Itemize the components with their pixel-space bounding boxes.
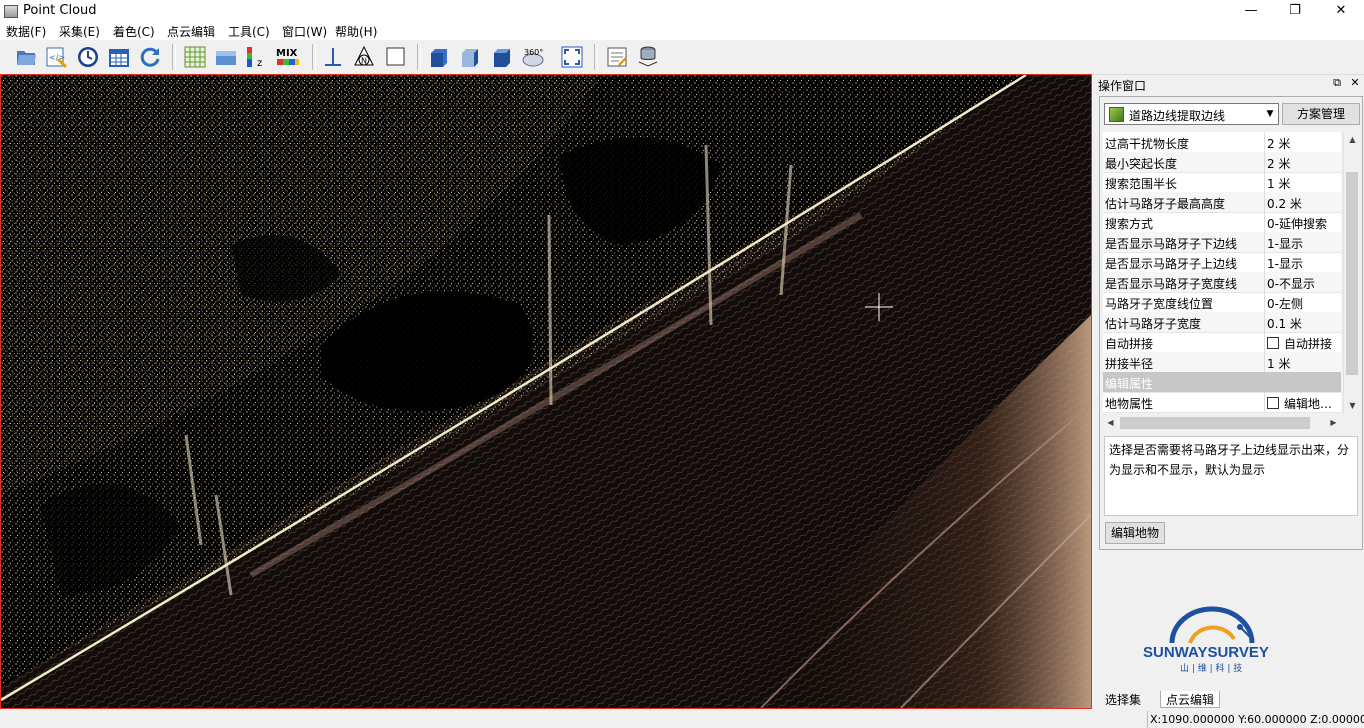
- property-row[interactable]: 估计马路牙子宽度 0.1 米: [1103, 312, 1341, 333]
- property-row[interactable]: 拼接半径 1 米: [1103, 352, 1341, 373]
- property-row[interactable]: 自动拼接 自动拼接: [1103, 332, 1341, 353]
- panel-header: 操作窗口 ⧉ ✕: [1094, 74, 1364, 94]
- clock-icon[interactable]: [76, 45, 100, 69]
- grid-icon[interactable]: [183, 45, 207, 69]
- tool-select-value: 道路边线提取边线: [1129, 109, 1226, 123]
- open-folder-icon[interactable]: [14, 45, 38, 69]
- tab-selection-set[interactable]: 选择集: [1100, 691, 1146, 707]
- mix-color-icon[interactable]: MIX: [276, 45, 300, 69]
- svg-text:360°: 360°: [524, 48, 543, 57]
- scroll-right-icon[interactable]: ▶: [1326, 415, 1341, 430]
- view-360-icon[interactable]: 360°: [521, 45, 545, 69]
- property-row[interactable]: 地物属性 编辑地…: [1103, 392, 1341, 413]
- north-arrow-icon[interactable]: N: [352, 45, 376, 69]
- sunwaysurvey-logo: SUNWAYSURVEY 山 | 维 | 科 | 技: [1143, 606, 1269, 674]
- calendar-icon[interactable]: [107, 45, 131, 69]
- menu-window[interactable]: 窗口(W): [282, 23, 327, 40]
- panel-title: 操作窗口: [1098, 79, 1147, 93]
- edit-feature-checkbox[interactable]: [1267, 397, 1279, 409]
- view-top-icon[interactable]: [490, 45, 514, 69]
- property-grid: 过高干扰物长度 2 米 最小突起长度 2 米 搜索范围半长 1 米 估计马路牙子最高高…: [1103, 132, 1341, 413]
- layers-icon[interactable]: [636, 45, 660, 69]
- scroll-down-icon[interactable]: ▼: [1345, 398, 1360, 413]
- property-row[interactable]: 搜索方式 0-延伸搜索: [1103, 212, 1341, 233]
- property-row[interactable]: 马路牙子宽度线位置 0-左侧: [1103, 292, 1341, 313]
- edit-feature-button[interactable]: 编辑地物: [1105, 522, 1165, 544]
- fit-view-icon[interactable]: [560, 45, 584, 69]
- menu-color[interactable]: 着色(C): [113, 23, 155, 40]
- property-row[interactable]: 是否显示马路牙子上边线 1-显示: [1103, 252, 1341, 273]
- svg-text:z: z: [257, 58, 262, 69]
- manage-scheme-button[interactable]: 方案管理: [1282, 103, 1360, 125]
- scroll-up-icon[interactable]: ▲: [1345, 132, 1360, 147]
- property-vertical-scrollbar[interactable]: ▲ ▼: [1343, 132, 1361, 415]
- property-row[interactable]: 是否显示马路牙子下边线 1-显示: [1103, 232, 1341, 253]
- elevation-color-icon[interactable]: z: [244, 45, 268, 69]
- operation-panel: 道路边线提取边线 ▼ 方案管理 过高干扰物长度 2 米 最小突起长度 2 米 搜索范…: [1099, 96, 1363, 550]
- view-side-icon[interactable]: [458, 45, 482, 69]
- pin-icon[interactable]: ⧉: [1330, 76, 1344, 90]
- scroll-thumb[interactable]: [1346, 172, 1358, 375]
- script-icon[interactable]: </>: [44, 45, 68, 69]
- property-row[interactable]: 过高干扰物长度 2 米: [1103, 132, 1341, 153]
- property-row[interactable]: 是否显示马路牙子宽度线 0-不显示: [1103, 272, 1341, 293]
- property-description: 选择是否需要将马路牙子上边线显示出来，分为显示和不显示，默认为显示: [1104, 436, 1358, 516]
- notes-icon[interactable]: [605, 45, 629, 69]
- property-row[interactable]: 搜索范围半长 1 米: [1103, 172, 1341, 193]
- flat-color-icon[interactable]: [214, 45, 238, 69]
- property-row[interactable]: 最小突起长度 2 米: [1103, 152, 1341, 173]
- coordinate-status: X:1090.000000 Y:60.000000 Z:0.000000: [1147, 711, 1364, 728]
- scroll-left-icon[interactable]: ◀: [1103, 415, 1118, 430]
- chevron-down-icon: ▼: [1266, 109, 1274, 119]
- svg-text:山 | 维 | 科 | 技: 山 | 维 | 科 | 技: [1180, 662, 1242, 674]
- property-row[interactable]: 估计马路牙子最高高度 0.2 米: [1103, 192, 1341, 213]
- menu-help[interactable]: 帮助(H): [335, 23, 377, 40]
- svg-text:N: N: [361, 57, 367, 66]
- svg-text:SUNWAYSURVEY: SUNWAYSURVEY: [1143, 644, 1269, 661]
- measure-icon[interactable]: [321, 45, 345, 69]
- tab-pointcloud-edit[interactable]: 点云编辑: [1160, 691, 1221, 708]
- svg-text:MIX: MIX: [276, 48, 298, 59]
- menu-pointcloud-edit[interactable]: 点云编辑: [167, 23, 215, 40]
- view-front-icon[interactable]: [427, 45, 451, 69]
- close-button[interactable]: ✕: [1318, 0, 1364, 22]
- menu-tools[interactable]: 工具(C): [228, 23, 270, 40]
- point-cloud-viewport[interactable]: [0, 74, 1092, 709]
- property-horizontal-scrollbar[interactable]: ◀ ▶: [1103, 415, 1341, 431]
- auto-join-checkbox[interactable]: [1267, 337, 1279, 349]
- blank-square-icon[interactable]: [384, 45, 408, 69]
- toolbar: </> z MIX N 360°: [0, 40, 1364, 75]
- scroll-thumb[interactable]: [1120, 417, 1310, 429]
- tool-select[interactable]: 道路边线提取边线 ▼: [1104, 103, 1279, 125]
- minimize-button[interactable]: —: [1228, 0, 1274, 22]
- panel-close-icon[interactable]: ✕: [1348, 76, 1362, 90]
- panel-tabs: 选择集 点云编辑: [1094, 690, 1364, 708]
- point-cloud-render: [1, 75, 1091, 708]
- restore-button[interactable]: ❐: [1272, 0, 1318, 22]
- road-tool-icon: [1109, 107, 1124, 122]
- svg-text:</>: </>: [49, 53, 65, 62]
- window-title: Point Cloud: [23, 3, 97, 18]
- app-icon: [4, 5, 18, 18]
- menu-data[interactable]: 数据(F): [6, 23, 46, 40]
- menu-bar: 数据(F) 采集(E) 着色(C) 点云编辑 工具(C) 窗口(W) 帮助(H): [0, 22, 1364, 40]
- refresh-icon[interactable]: [138, 45, 162, 69]
- title-bar: Point Cloud — ❐ ✕: [0, 0, 1364, 22]
- property-section-header: 编辑属性: [1103, 372, 1341, 393]
- menu-collect[interactable]: 采集(E): [59, 23, 100, 40]
